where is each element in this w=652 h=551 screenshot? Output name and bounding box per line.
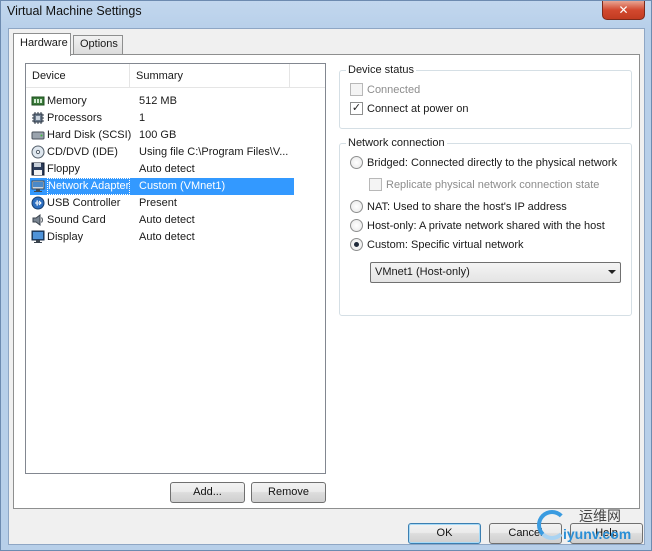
chevron-down-icon — [608, 270, 616, 274]
device-status-title: Device status — [346, 64, 417, 76]
device-summary: 512 MB — [139, 95, 177, 107]
custom-radio[interactable]: Custom: Specific virtual network — [350, 238, 524, 251]
check-mark-icon: ✓ — [350, 102, 363, 115]
nat-radio[interactable]: NAT: Used to share the host's IP address — [350, 200, 567, 213]
close-icon: ✕ — [618, 3, 629, 17]
add-button[interactable]: Add... — [170, 482, 245, 503]
device-summary: Using file C:\Program Files\V... — [139, 146, 289, 158]
device-status-group: Device status Connected ✓ Connect at pow… — [339, 64, 632, 129]
device-summary: Auto detect — [139, 163, 195, 175]
checkbox-box — [350, 83, 363, 96]
host-only-label: Host-only: A private network shared with… — [367, 219, 605, 232]
device-name: Hard Disk (SCSI) — [47, 129, 132, 141]
hard-disk-icon — [31, 131, 45, 140]
help-button[interactable]: Help — [570, 523, 643, 544]
column-header-summary[interactable]: Summary — [130, 64, 290, 88]
tab-hardware[interactable]: Hardware — [13, 33, 71, 56]
connected-checkbox[interactable]: Connected — [350, 83, 420, 96]
device-list[interactable]: Device Summary Memory 512 MB Processors … — [25, 63, 326, 474]
network-connection-title: Network connection — [346, 137, 447, 149]
device-row-display[interactable]: Display Auto detect — [30, 229, 294, 246]
title-bar[interactable]: Virtual Machine Settings ✕ — [1, 1, 651, 27]
dialog-window: Virtual Machine Settings ✕ Hardware Opti… — [0, 0, 652, 551]
checkbox-box — [369, 178, 382, 191]
radio-dot — [350, 219, 363, 232]
device-summary: Custom (VMnet1) — [139, 180, 226, 192]
floppy-icon — [31, 162, 45, 176]
device-summary: Auto detect — [139, 214, 195, 226]
memory-icon — [31, 96, 45, 106]
dialog-client: Hardware Options Device Summary Memory 5… — [8, 28, 645, 545]
radio-dot — [350, 200, 363, 213]
window-title: Virtual Machine Settings — [7, 4, 142, 18]
device-row-floppy[interactable]: Floppy Auto detect — [30, 161, 294, 178]
bridged-radio[interactable]: Bridged: Connected directly to the physi… — [350, 156, 617, 169]
device-summary: 1 — [139, 112, 146, 124]
radio-dot — [350, 156, 363, 169]
vmnet-select-value: VMnet1 (Host-only) — [375, 266, 470, 278]
device-row-memory[interactable]: Memory 512 MB — [30, 93, 294, 110]
cd-dvd-icon — [31, 145, 45, 159]
device-row-cd-dvd[interactable]: CD/DVD (IDE) Using file C:\Program Files… — [30, 144, 294, 161]
usb-icon — [31, 196, 45, 210]
radio-dot-selected — [350, 238, 363, 251]
list-header: Device Summary — [26, 64, 325, 88]
custom-label: Custom: Specific virtual network — [367, 238, 524, 251]
device-row-network-adapter[interactable]: Network Adapter Custom (VMnet1) — [30, 178, 294, 195]
sound-card-icon — [32, 214, 43, 226]
device-summary: Auto detect — [139, 231, 195, 243]
replicate-label: Replicate physical network connection st… — [386, 178, 600, 191]
hardware-panel: Device Summary Memory 512 MB Processors … — [13, 54, 640, 509]
display-icon — [31, 230, 45, 243]
tab-options[interactable]: Options — [73, 35, 123, 54]
nat-label: NAT: Used to share the host's IP address — [367, 200, 567, 213]
bridged-label: Bridged: Connected directly to the physi… — [367, 156, 618, 169]
device-name: USB Controller — [47, 197, 121, 209]
remove-button[interactable]: Remove — [251, 482, 326, 503]
device-name: Network Adapter — [47, 178, 131, 195]
network-adapter-icon — [31, 180, 45, 192]
close-button[interactable]: ✕ — [602, 1, 645, 20]
column-header-device[interactable]: Device — [26, 64, 130, 88]
device-name: Processors — [47, 112, 103, 124]
replicate-checkbox[interactable]: Replicate physical network connection st… — [369, 178, 599, 191]
ok-button[interactable]: OK — [408, 523, 481, 544]
connect-at-power-on-checkbox[interactable]: ✓ Connect at power on — [350, 102, 469, 115]
device-row-processors[interactable]: Processors 1 — [30, 110, 294, 127]
device-row-usb-controller[interactable]: USB Controller Present — [30, 195, 294, 212]
device-row-sound-card[interactable]: Sound Card Auto detect — [30, 212, 294, 229]
connect-at-power-on-label: Connect at power on — [367, 102, 469, 115]
device-row-hard-disk[interactable]: Hard Disk (SCSI) 100 GB — [30, 127, 294, 144]
device-summary: Present — [139, 197, 177, 209]
connected-label: Connected — [367, 83, 421, 96]
device-name: Display — [47, 231, 84, 243]
processor-icon — [32, 112, 44, 124]
vmnet-select[interactable]: VMnet1 (Host-only) — [370, 262, 621, 283]
network-connection-group: Network connection Bridged: Connected di… — [339, 137, 632, 316]
host-only-radio[interactable]: Host-only: A private network shared with… — [350, 219, 605, 232]
device-summary: 100 GB — [139, 129, 177, 141]
device-name: Sound Card — [47, 214, 106, 226]
device-name: Floppy — [47, 163, 81, 175]
device-rows: Memory 512 MB Processors 1 Hard Disk (SC… — [30, 93, 321, 246]
cancel-button[interactable]: Cancel — [489, 523, 562, 544]
device-name: Memory — [47, 95, 87, 107]
device-name: CD/DVD (IDE) — [47, 146, 118, 158]
